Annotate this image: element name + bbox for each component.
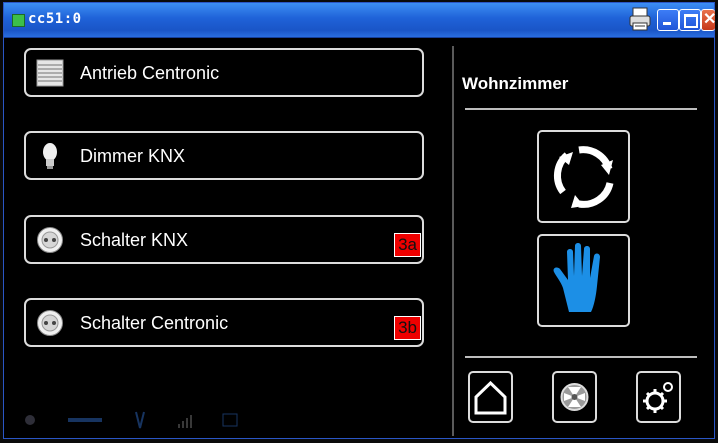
annotation-badge: 3b xyxy=(394,316,421,340)
refresh-icon xyxy=(553,146,614,208)
panel-divider xyxy=(452,46,454,436)
blind-icon xyxy=(36,59,64,87)
socket-icon xyxy=(37,227,63,253)
device-label: Schalter Centronic xyxy=(80,313,229,333)
bulb-icon xyxy=(43,143,57,169)
close-icon: ✕ xyxy=(703,11,717,28)
window-title: cc51:0 xyxy=(28,11,82,27)
device-button-schalter-knx[interactable]: Schalter KNX 3a xyxy=(24,215,424,264)
room-divider xyxy=(465,108,697,110)
gears-icon xyxy=(643,382,673,413)
device-button-antrieb-centronic[interactable]: Antrieb Centronic xyxy=(24,48,424,97)
main-content: Antrieb Centronic Dimmer KNX Schalter KN… xyxy=(4,38,714,438)
app-icon xyxy=(12,14,25,27)
annotation-badge: 3a xyxy=(394,233,421,257)
scene-button[interactable] xyxy=(552,371,597,423)
status-strip xyxy=(25,411,238,429)
minimize-button[interactable] xyxy=(657,9,679,31)
socket-icon xyxy=(37,310,63,336)
app-window: cc51:0 ✕ Antrieb Centronic Dimmer KNX Sc… xyxy=(3,2,717,439)
room-title: Wohnzimmer xyxy=(462,74,569,93)
home-button[interactable] xyxy=(468,371,513,423)
status-bar-icon xyxy=(68,418,102,422)
home-icon xyxy=(474,380,507,415)
device-button-dimmer-knx[interactable]: Dimmer KNX xyxy=(24,131,424,180)
close-button[interactable]: ✕ xyxy=(701,9,717,31)
settings-button[interactable] xyxy=(636,371,681,423)
status-box-icon xyxy=(222,413,238,427)
refresh-button[interactable] xyxy=(537,130,630,223)
print-icon[interactable] xyxy=(628,6,652,32)
status-dot-icon xyxy=(25,415,35,425)
antenna-icon xyxy=(135,411,145,429)
device-label: Schalter KNX xyxy=(80,230,189,250)
maximize-button[interactable] xyxy=(679,9,701,31)
title-bar[interactable]: cc51:0 ✕ xyxy=(4,3,717,38)
hand-icon xyxy=(553,243,600,312)
device-label: Dimmer KNX xyxy=(80,146,186,166)
signal-icon xyxy=(178,415,192,428)
fan-icon xyxy=(560,383,589,411)
device-label: Antrieb Centronic xyxy=(80,63,220,83)
nav-divider xyxy=(465,356,697,358)
device-button-schalter-centronic[interactable]: Schalter Centronic 3b xyxy=(24,298,424,347)
manual-mode-button[interactable] xyxy=(537,234,630,327)
